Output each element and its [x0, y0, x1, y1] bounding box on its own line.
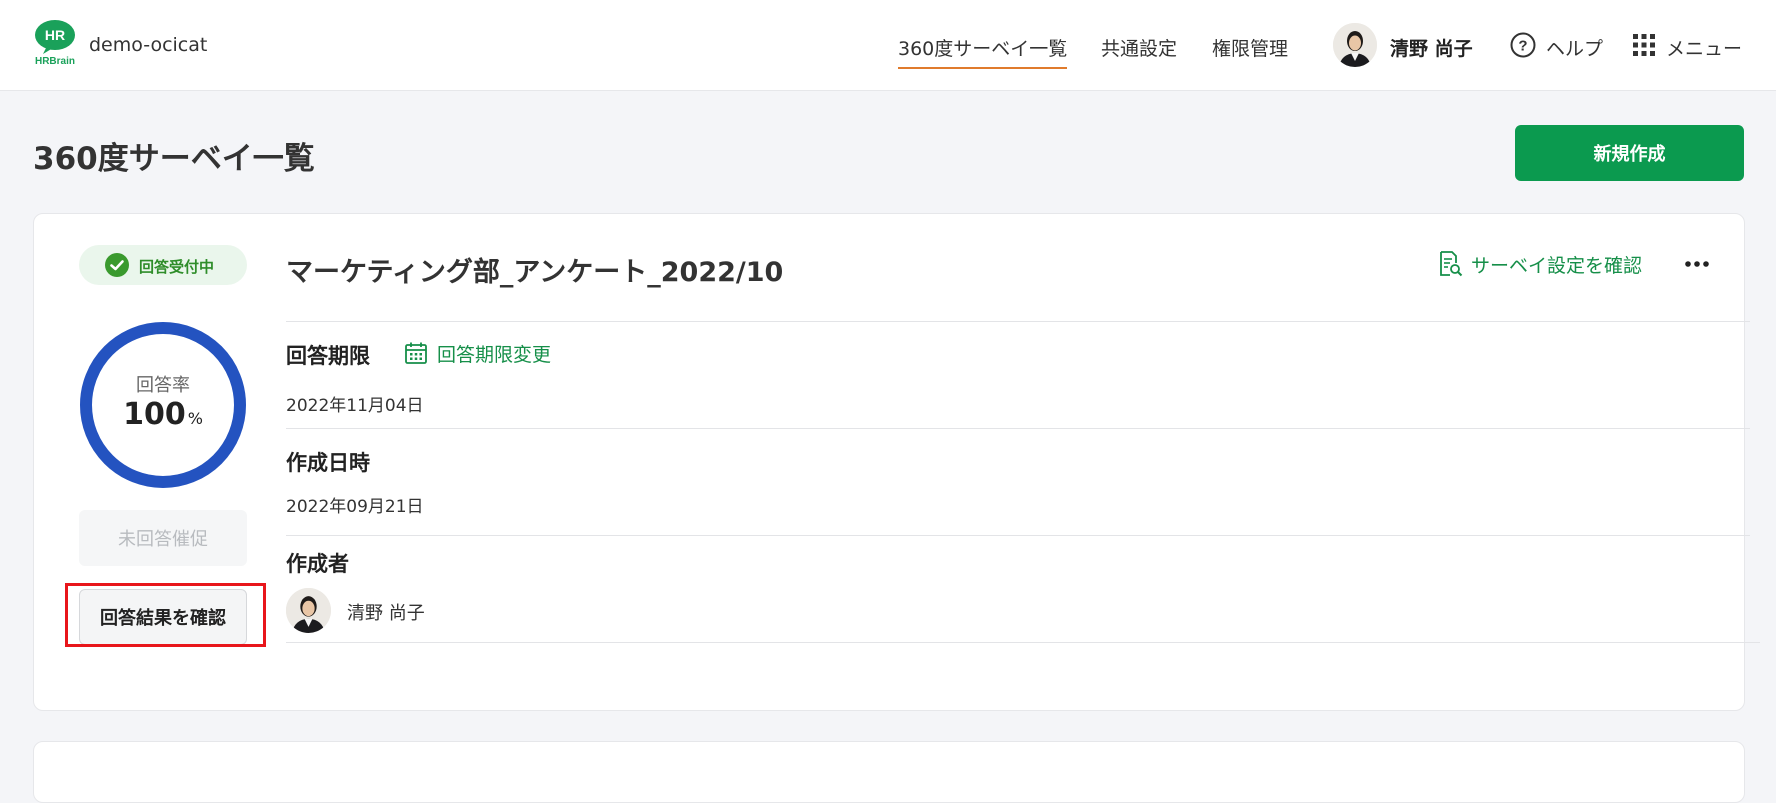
deadline-value: 2022年11月04日 — [286, 396, 424, 416]
change-deadline-link[interactable]: 回答期限変更 — [404, 340, 551, 366]
survey-title: マーケティング部_アンケート_2022/10 — [286, 257, 784, 288]
svg-text:HRBrain: HRBrain — [35, 56, 75, 66]
help-icon[interactable]: ? — [1510, 32, 1536, 58]
creator-name: 清野 尚子 — [347, 603, 425, 624]
view-results-button[interactable]: 回答結果を確認 — [79, 589, 247, 645]
grid-menu-icon[interactable] — [1633, 34, 1655, 56]
calendar-icon — [405, 342, 427, 364]
response-rate-value: 100% — [78, 397, 248, 432]
divider — [286, 428, 1750, 429]
svg-text:?: ? — [1518, 38, 1527, 55]
new-survey-button[interactable]: 新規作成 — [1515, 125, 1744, 181]
change-deadline-label[interactable]: 回答期限変更 — [437, 340, 551, 367]
status-badge: 回答受付中 — [79, 245, 247, 285]
menu-label[interactable]: メニュー — [1666, 34, 1742, 61]
created-at-label: 作成日時 — [286, 451, 370, 475]
nav-common-settings[interactable]: 共通設定 — [1101, 34, 1177, 61]
survey-card-next — [33, 741, 1745, 803]
svg-text:HR: HR — [45, 27, 65, 43]
divider — [286, 642, 1760, 643]
response-rate-number: 100 — [123, 397, 186, 432]
survey-card: 回答受付中 回答率 100% 未回答催促 回答結果を確認 マーケティング部_アン… — [33, 213, 1760, 711]
divider — [286, 321, 1750, 322]
deadline-label: 回答期限 — [286, 344, 370, 368]
page-title: 360度サーベイ一覧 — [33, 141, 315, 177]
top-header: HR HRBrain demo-ocicat 360度サーベイ一覧 共通設定 権… — [0, 0, 1776, 91]
nav-survey-list[interactable]: 360度サーベイ一覧 — [898, 34, 1068, 69]
creator-label: 作成者 — [286, 552, 349, 576]
org-name: demo-ocicat — [89, 34, 208, 56]
check-circle-icon — [105, 253, 129, 277]
nav-permissions[interactable]: 権限管理 — [1212, 34, 1288, 61]
creator-avatar — [286, 588, 331, 633]
response-rate-label: 回答率 — [136, 375, 190, 396]
response-rate-unit: % — [187, 409, 203, 428]
user-name[interactable]: 清野 尚子 — [1390, 34, 1473, 61]
user-avatar[interactable] — [1333, 23, 1377, 67]
survey-settings-label[interactable]: サーベイ設定を確認 — [1471, 251, 1642, 278]
hrbrain-logo[interactable]: HR HRBrain — [33, 18, 81, 66]
status-text: 回答受付中 — [139, 258, 215, 276]
survey-settings-link[interactable]: サーベイ設定を確認 — [1439, 250, 1642, 278]
more-options-icon[interactable] — [1684, 254, 1710, 274]
document-search-icon — [1440, 251, 1463, 277]
divider — [286, 535, 1750, 536]
remind-unanswered-button[interactable]: 未回答催促 — [79, 510, 247, 566]
help-label[interactable]: ヘルプ — [1546, 34, 1603, 61]
created-at-value: 2022年09月21日 — [286, 497, 424, 517]
